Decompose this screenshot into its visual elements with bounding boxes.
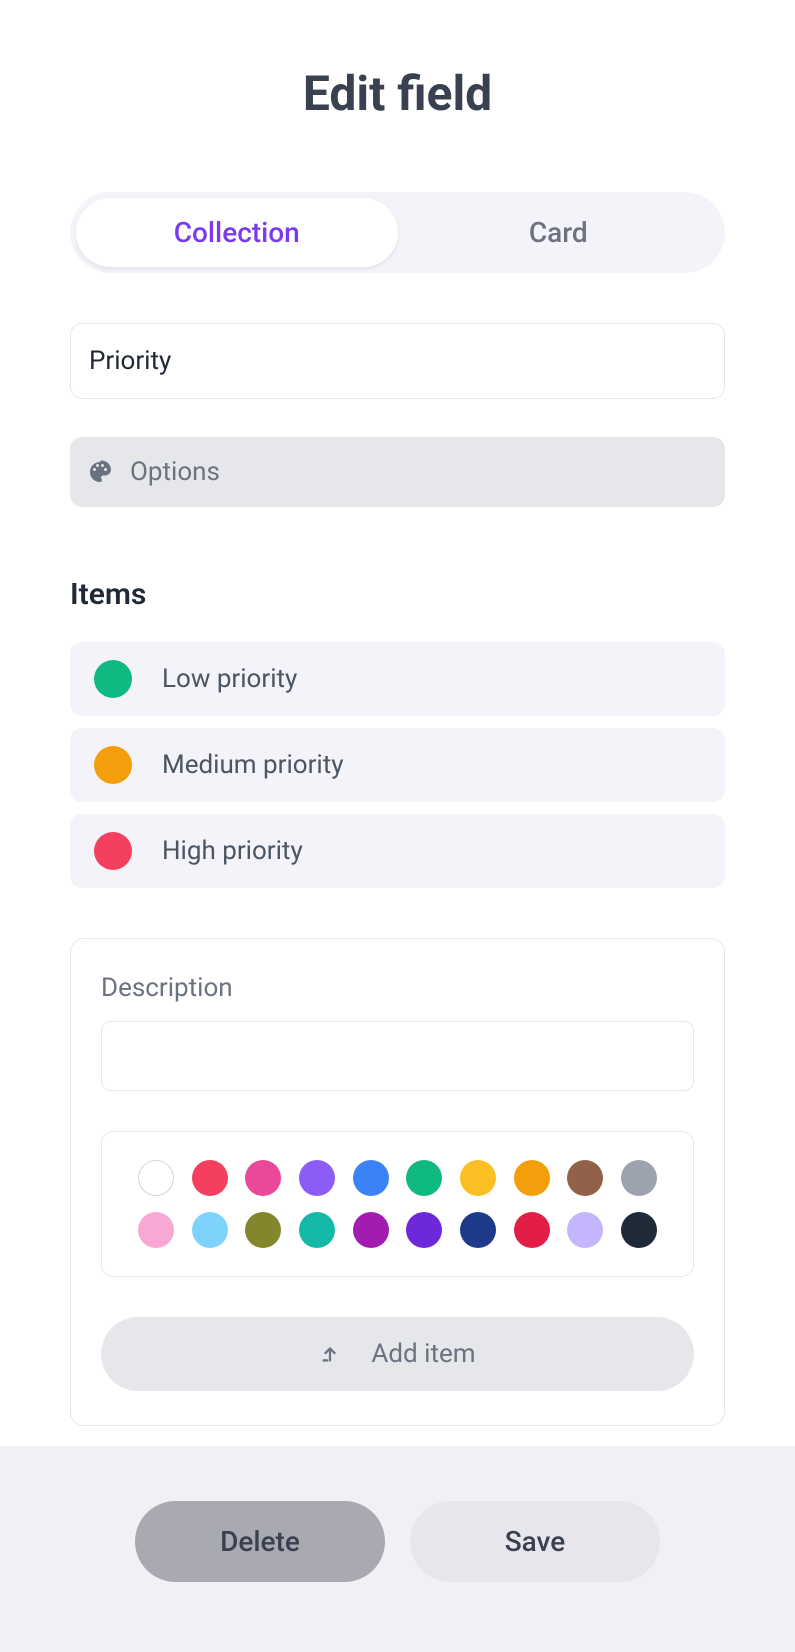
color-swatch[interactable] <box>406 1160 442 1196</box>
item-color-swatch <box>94 660 132 698</box>
color-swatch[interactable] <box>460 1160 496 1196</box>
tab-group: Collection Card <box>70 192 725 273</box>
description-label: Description <box>101 973 694 1003</box>
add-item-button[interactable]: Add item <box>101 1317 694 1391</box>
options-button[interactable]: Options <box>70 437 725 507</box>
color-row <box>138 1212 657 1248</box>
color-swatch[interactable] <box>192 1160 228 1196</box>
tab-card[interactable]: Card <box>398 198 720 267</box>
color-swatch[interactable] <box>245 1160 281 1196</box>
footer: Delete Save <box>0 1446 795 1652</box>
color-swatch[interactable] <box>567 1160 603 1196</box>
color-swatch[interactable] <box>192 1212 228 1248</box>
item-label: Medium priority <box>162 750 344 780</box>
item-row[interactable]: Low priority <box>70 642 725 716</box>
page-title: Edit field <box>70 65 725 122</box>
color-swatch[interactable] <box>514 1212 550 1248</box>
item-color-swatch <box>94 832 132 870</box>
item-color-swatch <box>94 746 132 784</box>
items-list: Low priority Medium priority High priority <box>70 642 725 888</box>
color-swatch[interactable] <box>406 1212 442 1248</box>
color-swatch[interactable] <box>245 1212 281 1248</box>
delete-button[interactable]: Delete <box>135 1501 385 1582</box>
item-row[interactable]: Medium priority <box>70 728 725 802</box>
field-name-input[interactable] <box>70 323 725 399</box>
item-label: High priority <box>162 836 303 866</box>
item-label: Low priority <box>162 664 297 694</box>
color-row <box>138 1160 657 1196</box>
tab-collection[interactable]: Collection <box>76 198 398 267</box>
color-swatch[interactable] <box>567 1212 603 1248</box>
color-swatch[interactable] <box>138 1160 174 1196</box>
items-title: Items <box>70 577 725 612</box>
color-swatch[interactable] <box>353 1160 389 1196</box>
color-swatch[interactable] <box>299 1160 335 1196</box>
color-swatch[interactable] <box>514 1160 550 1196</box>
color-swatch[interactable] <box>299 1212 335 1248</box>
color-swatch[interactable] <box>353 1212 389 1248</box>
upload-icon <box>319 1343 341 1365</box>
save-button[interactable]: Save <box>410 1501 660 1582</box>
palette-icon <box>88 460 112 484</box>
color-swatch[interactable] <box>621 1212 657 1248</box>
color-picker <box>101 1131 694 1277</box>
item-row[interactable]: High priority <box>70 814 725 888</box>
new-item-card: Description Add item <box>70 938 725 1426</box>
description-input[interactable] <box>101 1021 694 1091</box>
color-swatch[interactable] <box>138 1212 174 1248</box>
color-swatch[interactable] <box>460 1212 496 1248</box>
add-item-label: Add item <box>371 1339 475 1369</box>
options-label: Options <box>130 457 220 487</box>
color-swatch[interactable] <box>621 1160 657 1196</box>
